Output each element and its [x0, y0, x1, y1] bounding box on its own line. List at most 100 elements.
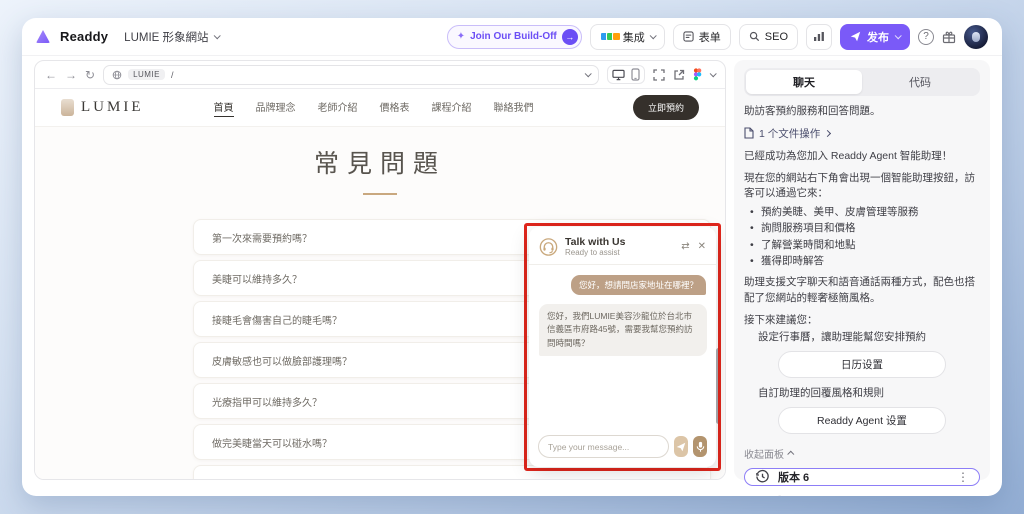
file-icon	[744, 127, 754, 139]
collapse-panel-button[interactable]: 收起面板	[744, 446, 980, 461]
integrations-button[interactable]: 集成	[590, 24, 665, 50]
capability-item: 獲得即時解答	[750, 253, 980, 269]
integrations-label: 集成	[623, 29, 645, 45]
chevron-down-icon	[213, 32, 220, 39]
user-avatar[interactable]	[964, 25, 988, 49]
bar-chart-icon	[813, 31, 825, 42]
chat-widget-titles: Talk with Us Ready to assist	[565, 236, 625, 257]
chevron-up-icon	[787, 450, 794, 457]
figma-icon	[693, 68, 702, 81]
figma-export-button[interactable]	[693, 68, 702, 81]
faq-heading-rule	[363, 193, 397, 195]
send-message-button[interactable]	[674, 436, 688, 457]
style-note-text: 助理支援文字聊天和語音通話兩種方式，配色也搭配了您網站的輕奢極簡風格。	[744, 275, 980, 307]
chevron-down-icon	[710, 70, 717, 77]
site-viewport: LUMIE 首頁 品牌理念 老師介紹 價格表 課程介紹 聯絡我們 立即預約	[35, 89, 725, 479]
search-icon	[749, 31, 760, 42]
chevron-down-icon	[585, 70, 592, 77]
url-site-chip: LUMIE	[128, 69, 165, 80]
main-area: ← → ↻ LUMIE /	[22, 56, 1002, 496]
close-icon[interactable]: ✕	[698, 241, 706, 252]
open-external-button[interactable]	[673, 69, 685, 81]
thumbs-up-icon[interactable]	[746, 495, 759, 496]
description-text: 現在您的網站右下角會出現一個智能助理按鈕，訪客可以通過它來：	[744, 171, 980, 203]
sidebar-tabs: 聊天 代码	[744, 68, 980, 96]
mobile-view-button[interactable]	[631, 68, 640, 81]
url-path: /	[171, 70, 174, 80]
nav-item-contact[interactable]: 聯絡我們	[494, 99, 534, 117]
refresh-button[interactable]: ↻	[85, 68, 95, 82]
seo-button[interactable]: SEO	[739, 24, 798, 50]
success-text: 已經成功為您加入 Readdy Agent 智能助理！	[744, 149, 980, 165]
desktop-view-button[interactable]	[612, 69, 625, 81]
project-switcher[interactable]: LUMIE 形象網站	[124, 29, 218, 45]
globe-icon	[112, 70, 122, 80]
analytics-button[interactable]	[806, 24, 832, 50]
top-bar: Readdy LUMIE 形象網站 ✦ Join Our Build-Off →…	[22, 18, 1002, 56]
next-steps-text: 接下來建議您：	[744, 313, 980, 329]
chat-widget-header: Talk with Us Ready to assist ⇄ ✕	[529, 227, 716, 265]
agent-settings-button[interactable]: Readdy Agent 设置	[778, 407, 946, 434]
gift-button[interactable]	[942, 30, 956, 44]
chevron-right-icon	[824, 130, 831, 137]
seo-label: SEO	[765, 31, 788, 43]
capability-list: 預約美睫、美甲、皮膚管理等服務 詢問服務項目和價格 了解營業時間和地點 獲得即時…	[750, 204, 980, 269]
paper-plane-icon	[850, 31, 861, 42]
microphone-icon	[696, 441, 705, 453]
feedback-row: ↩	[746, 495, 978, 496]
chat-messages: 您好，想請問店家地址在哪裡？ 您好，我們LUMIE美容沙龍位於台北市信義區市府路…	[529, 265, 716, 427]
file-operations-label: 1 个文件操作	[759, 126, 820, 141]
topbar-actions: ✦ Join Our Build-Off → 集成 表单	[447, 24, 988, 50]
chevron-down-icon	[895, 32, 902, 39]
tab-code[interactable]: 代码	[862, 70, 978, 94]
build-off-button[interactable]: ✦ Join Our Build-Off →	[447, 25, 582, 49]
site-logo[interactable]: LUMIE	[61, 99, 144, 116]
nav-item-brand[interactable]: 品牌理念	[256, 99, 296, 117]
tab-chat[interactable]: 聊天	[746, 70, 862, 94]
chat-widget: Talk with Us Ready to assist ⇄ ✕ 您好，想請問店…	[529, 227, 716, 467]
calendar-suggestion-text: 設定行事曆，讓助理能幫您安排預約	[744, 330, 980, 346]
browser-toolbar: ← → ↻ LUMIE /	[35, 61, 725, 89]
file-operations-link[interactable]: 1 个文件操作	[744, 126, 980, 141]
build-off-label: Join Our Build-Off	[470, 31, 557, 42]
headset-icon	[539, 238, 558, 256]
nav-item-home[interactable]: 首頁	[214, 99, 234, 117]
nav-item-teachers[interactable]: 老師介紹	[318, 99, 358, 117]
voice-input-button[interactable]	[693, 436, 707, 457]
paper-plane-icon	[676, 442, 686, 452]
undo-icon[interactable]: ↩	[968, 495, 978, 496]
refresh-chat-icon[interactable]: ⇄	[681, 241, 689, 252]
kebab-menu-icon[interactable]: ⋮	[957, 470, 969, 484]
url-bar[interactable]: LUMIE /	[103, 65, 599, 85]
site-logo-image	[61, 99, 74, 116]
fullscreen-button[interactable]	[653, 69, 665, 81]
book-now-button[interactable]: 立即預約	[633, 95, 699, 120]
form-icon	[683, 31, 694, 42]
help-button[interactable]: ?	[918, 29, 934, 45]
chat-input-row	[529, 427, 716, 467]
publish-button[interactable]: 发布	[840, 24, 910, 50]
thumbs-down-icon[interactable]	[769, 495, 782, 496]
chat-widget-actions: ⇄ ✕	[681, 241, 706, 252]
capability-item: 詢問服務項目和價格	[750, 220, 980, 236]
preview-scrollbar[interactable]	[716, 348, 721, 424]
collapse-panel-label: 收起面板	[744, 446, 784, 461]
assistant-sidebar: 聊天 代码 助訪客預約服務和回答問題。 1 个文件操作 已經成功為您加入 Rea…	[734, 60, 990, 480]
calendar-settings-button[interactable]: 日历设置	[778, 351, 946, 378]
readdy-logo-icon	[36, 30, 50, 43]
form-button[interactable]: 表单	[673, 24, 731, 50]
brand-name: Readdy	[60, 29, 108, 44]
site-logo-text: LUMIE	[81, 99, 144, 116]
version-card[interactable]: 版本 6 ⋮	[744, 468, 980, 486]
faq-heading: 常見問題	[35, 144, 725, 180]
project-name: LUMIE 形象網站	[124, 29, 208, 45]
back-button[interactable]: ←	[45, 68, 57, 82]
chat-message-input[interactable]	[538, 435, 669, 458]
nav-item-courses[interactable]: 課程介紹	[432, 99, 472, 117]
integration-logos-icon	[600, 32, 618, 41]
faq-item[interactable]: 你們使用的產品安全嗎？	[193, 465, 711, 479]
capability-item: 預約美睫、美甲、皮膚管理等服務	[750, 204, 980, 220]
nav-item-pricing[interactable]: 價格表	[380, 99, 410, 117]
bot-message-bubble: 您好，我們LUMIE美容沙龍位於台北市信義區市府路45號，需要我幫您預約訪問時間…	[539, 304, 707, 356]
forward-button[interactable]: →	[65, 68, 77, 82]
